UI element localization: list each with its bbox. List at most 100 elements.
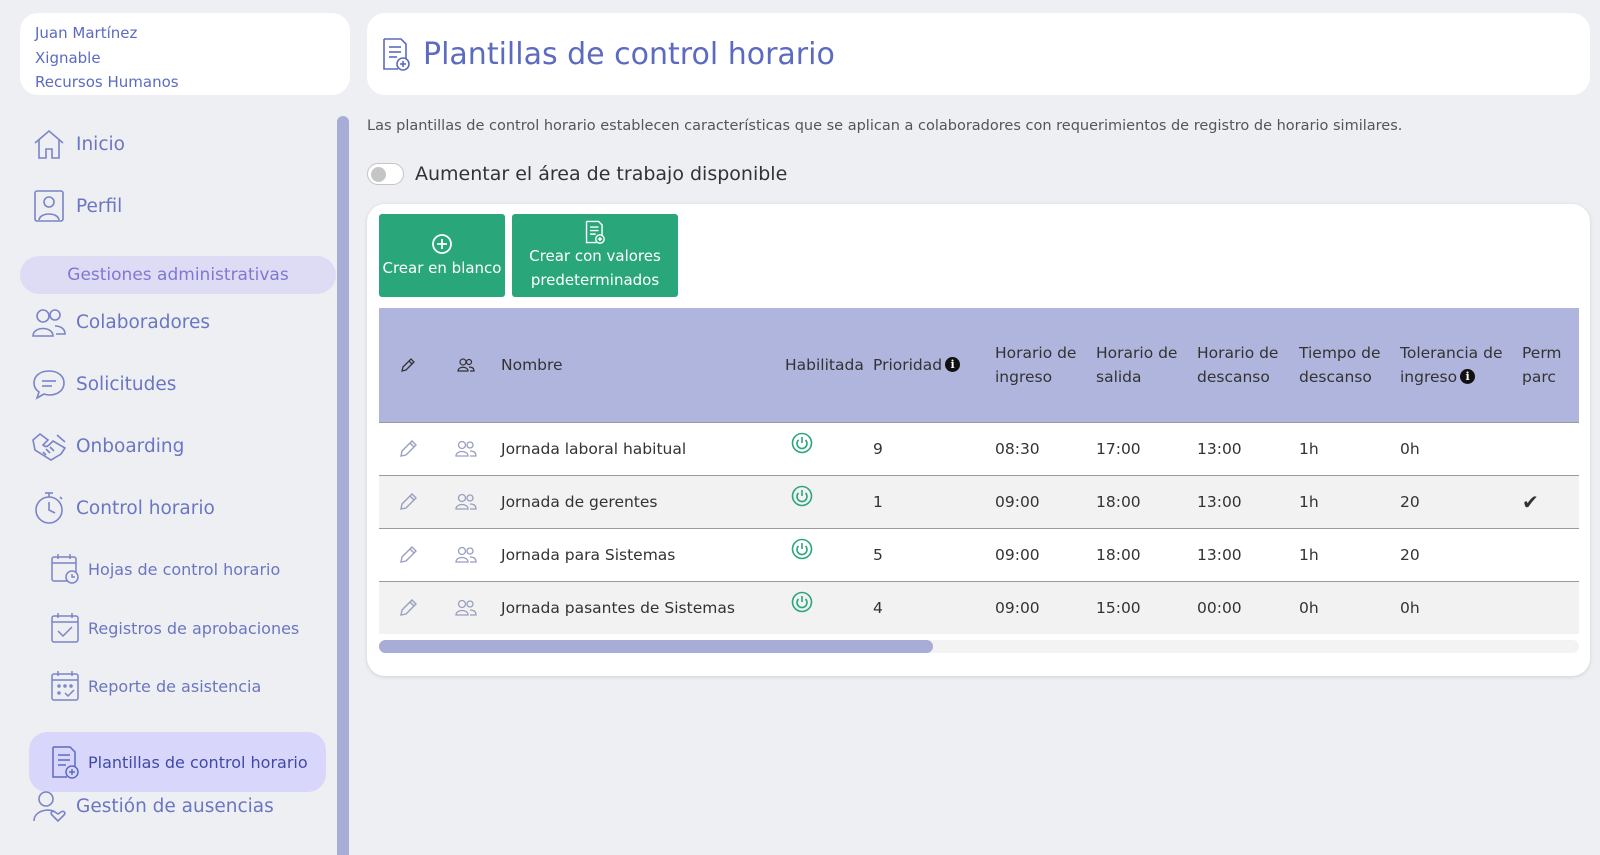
create-default-button[interactable]: Crear con valores predeterminados <box>512 214 678 297</box>
sidebar-item-colaboradores[interactable]: Colaboradores <box>30 297 210 347</box>
header-edit <box>379 308 437 422</box>
cell-ingreso: 08:30 <box>995 439 1040 458</box>
table-row[interactable]: Jornada laboral habitual 9 08:30 17:00 13:00… <box>379 422 1579 475</box>
sidebar-item-inicio[interactable]: Inicio <box>30 119 125 169</box>
pencil-icon[interactable] <box>385 438 431 460</box>
header-tolerancia[interactable]: Tolerancia de ingreso i <box>1394 308 1516 422</box>
header-ingreso[interactable]: Horario de ingreso <box>989 308 1090 422</box>
header-ingreso-1: Horario de <box>995 343 1077 362</box>
header-card: Plantillas de control horario <box>367 13 1590 95</box>
header-habilitada[interactable]: Habilitada <box>779 308 867 422</box>
pencil-icon <box>385 356 431 374</box>
sidebar-scrollbar[interactable] <box>337 116 349 855</box>
page-title: Plantillas de control horario <box>423 36 835 72</box>
cell-permite <box>1516 528 1579 581</box>
sidebar-item-label: Control horario <box>76 497 215 519</box>
header-tiempo-1: Tiempo de <box>1299 343 1381 362</box>
chat-icon <box>30 365 68 403</box>
sidebar-item-onboarding[interactable]: Onboarding <box>30 421 184 471</box>
header-assign <box>437 308 495 422</box>
sidebar: Inicio Perfil Gestiones administrativas … <box>0 110 350 855</box>
header-horario-descanso[interactable]: Horario de descanso <box>1191 308 1293 422</box>
sidebar-item-hojas[interactable]: Hojas de control horario <box>48 544 280 594</box>
header-prioridad[interactable]: Prioridad i <box>867 308 989 422</box>
stopwatch-icon <box>30 489 68 527</box>
table-row[interactable]: Jornada de gerentes 1 09:00 18:00 13:00 1h 20 ✔ <box>379 475 1579 528</box>
cell-salida: 15:00 <box>1096 598 1141 617</box>
create-blank-button[interactable]: Crear en blanco <box>379 214 505 297</box>
sidebar-item-solicitudes[interactable]: Solicitudes <box>30 359 176 409</box>
table-row[interactable]: Jornada pasantes de Sistemas 4 09:00 15:00 0… <box>379 581 1579 634</box>
section-label-gestiones: Gestiones administrativas <box>20 256 336 294</box>
cell-salida: 18:00 <box>1096 492 1141 511</box>
calendar-icon <box>48 669 82 703</box>
assign-cell <box>437 528 495 581</box>
sidebar-item-reporte[interactable]: Reporte de asistencia <box>48 661 261 711</box>
header-tiempo-2: descanso <box>1299 367 1372 386</box>
sidebar-item-registros[interactable]: Registros de aprobaciones <box>48 603 299 653</box>
pencil-icon[interactable] <box>385 597 431 619</box>
header-salida-1: Horario de <box>1096 343 1178 362</box>
users-icon[interactable] <box>443 493 489 511</box>
users-icon[interactable] <box>443 440 489 458</box>
cell-permite <box>1516 581 1579 634</box>
cell-ingreso: 09:00 <box>995 492 1040 511</box>
sidebar-item-ausencias[interactable]: Gestión de ausencias <box>30 781 274 831</box>
horizontal-scrollbar-thumb[interactable] <box>379 640 933 653</box>
info-icon[interactable]: i <box>945 357 961 373</box>
create-default-label-2: predeterminados <box>530 270 660 289</box>
edit-cell <box>379 528 437 581</box>
template-icon <box>584 220 606 244</box>
pencil-icon[interactable] <box>385 544 431 566</box>
pencil-icon[interactable] <box>385 491 431 513</box>
user-company: Xignable <box>35 48 101 67</box>
sidebar-item-control-horario[interactable]: Control horario <box>30 483 215 533</box>
cell-prioridad: 4 <box>873 598 883 617</box>
cell-tiempo: 0h <box>1299 598 1319 617</box>
cell-nombre: Jornada para Sistemas <box>501 545 676 564</box>
profile-icon <box>30 187 68 225</box>
user-department: Recursos Humanos <box>35 73 179 91</box>
cell-descanso: 13:00 <box>1197 439 1242 458</box>
users-icon[interactable] <box>443 599 489 617</box>
sidebar-item-label: Hojas de control horario <box>88 559 281 579</box>
horizontal-scrollbar[interactable] <box>379 640 1579 653</box>
page-description: Las plantillas de control horario establ… <box>367 118 1403 134</box>
assign-cell <box>437 475 495 528</box>
users-icon <box>443 357 489 373</box>
table-row[interactable]: Jornada para Sistemas 5 09:00 18:00 13:00 1h 2… <box>379 528 1579 581</box>
table-body: Jornada laboral habitual 9 08:30 17:00 13:00… <box>379 422 1579 634</box>
power-icon[interactable] <box>785 538 813 560</box>
templates-card: Crear en blanco Crear con valores predet… <box>367 204 1590 676</box>
header-tiempo-descanso[interactable]: Tiempo de descanso <box>1293 308 1394 422</box>
cell-tiempo: 1h <box>1299 492 1319 511</box>
calendar-check-icon <box>48 611 82 645</box>
sidebar-item-label: Colaboradores <box>76 311 210 333</box>
cell-tiempo: 1h <box>1299 545 1319 564</box>
power-icon[interactable] <box>785 432 813 454</box>
assign-cell <box>437 581 495 634</box>
sidebar-item-label: Solicitudes <box>76 373 177 395</box>
cell-prioridad: 9 <box>873 439 883 458</box>
info-icon[interactable]: i <box>1460 369 1476 385</box>
create-blank-label: Crear en blanco <box>382 258 502 277</box>
templates-table-wrapper: Nombre Habilitada Prioridad i Horario de i… <box>379 308 1579 636</box>
user-card: Juan Martínez Xignable Recursos Humanos <box>20 13 350 95</box>
template-icon <box>48 745 82 779</box>
cell-permite <box>1516 422 1579 475</box>
workspace-toggle[interactable] <box>367 163 404 185</box>
power-icon[interactable] <box>785 485 813 507</box>
power-icon[interactable] <box>785 591 813 613</box>
home-icon <box>30 125 68 163</box>
header-salida[interactable]: Horario de salida <box>1090 308 1191 422</box>
header-nombre[interactable]: Nombre <box>495 308 779 422</box>
handshake-icon <box>30 427 68 465</box>
header-permite[interactable]: Perm parc <box>1516 308 1579 422</box>
users-icon[interactable] <box>443 546 489 564</box>
edit-cell <box>379 581 437 634</box>
cell-descanso: 13:00 <box>1197 492 1242 511</box>
cell-habilitada <box>779 528 867 581</box>
cell-tolerancia: 0h <box>1400 598 1420 617</box>
sidebar-item-plantillas[interactable]: Plantillas de control horario <box>48 737 308 787</box>
sidebar-item-perfil[interactable]: Perfil <box>30 181 122 231</box>
